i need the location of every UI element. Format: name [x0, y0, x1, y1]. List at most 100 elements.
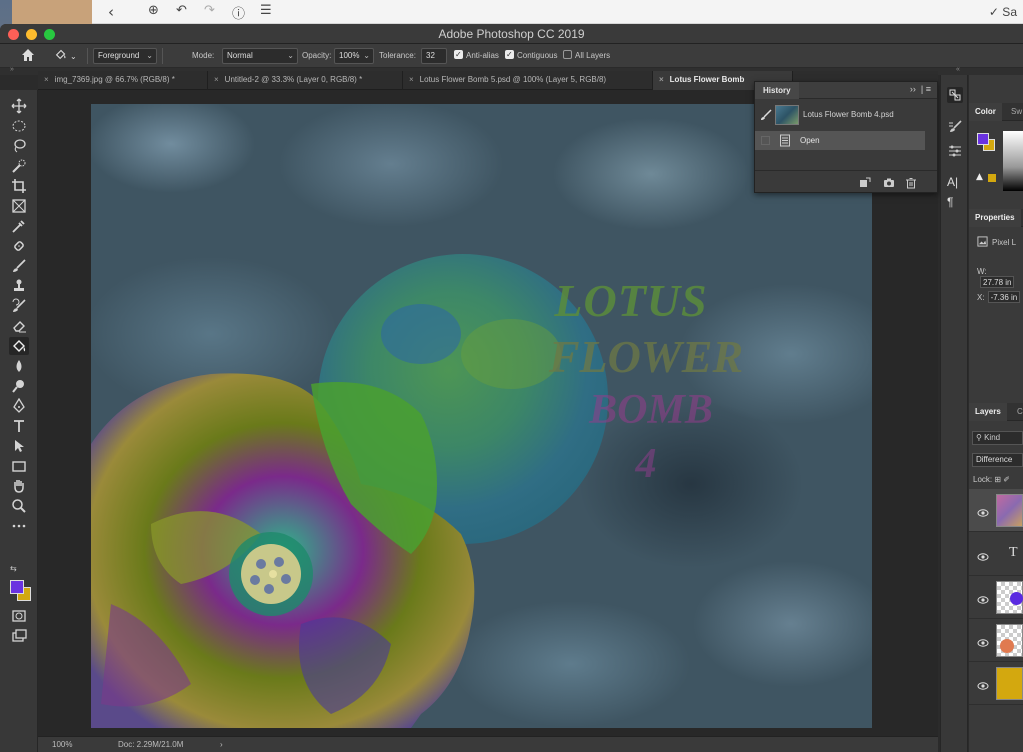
tab-channels[interactable]: C: [1011, 403, 1023, 421]
healing-brush-icon[interactable]: [11, 238, 27, 254]
screen-mode-icon[interactable]: [11, 628, 27, 644]
move-tool-icon[interactable]: [11, 98, 27, 114]
elliptical-marquee-icon[interactable]: [11, 118, 27, 134]
paint-bucket-icon[interactable]: [9, 337, 29, 355]
visibility-eye-icon[interactable]: [977, 505, 989, 517]
dodge-tool-icon[interactable]: [11, 378, 27, 394]
lock-image-pixels-icon[interactable]: ✐: [1003, 475, 1010, 484]
close-tab-icon[interactable]: ×: [44, 75, 49, 84]
history-brush-icon[interactable]: [11, 298, 27, 314]
color-spectrum[interactable]: [1003, 131, 1023, 191]
redo-icon[interactable]: ↷: [204, 3, 215, 18]
visibility-eye-icon[interactable]: [977, 549, 989, 561]
tab-layers[interactable]: Layers: [969, 403, 1007, 421]
lasso-tool-icon[interactable]: [11, 138, 27, 154]
tab-color[interactable]: Color: [969, 103, 1002, 121]
new-document-from-state-icon[interactable]: [859, 176, 871, 188]
tab-properties[interactable]: Properties: [969, 209, 1021, 227]
crop-tool-icon[interactable]: [11, 178, 27, 194]
history-panel-icon[interactable]: [947, 87, 963, 103]
frame-tool-icon[interactable]: [11, 198, 27, 214]
eyedropper-icon[interactable]: [11, 218, 27, 234]
width-field[interactable]: 27.78 in: [980, 276, 1015, 288]
history-step[interactable]: Open: [755, 131, 925, 150]
undo-icon[interactable]: ↶: [176, 3, 187, 18]
history-snapshot[interactable]: Lotus Flower Bomb 4.psd: [755, 100, 937, 130]
history-tab[interactable]: History: [755, 82, 799, 99]
status-menu-chevron-icon[interactable]: ›: [220, 737, 223, 752]
history-source-box[interactable]: [761, 136, 770, 145]
collapse-panels-icon[interactable]: «: [956, 66, 960, 73]
close-window-button[interactable]: [8, 29, 19, 40]
layer-row[interactable]: [969, 619, 1023, 662]
foreground-color-swatch[interactable]: [10, 580, 24, 594]
pen-tool-icon[interactable]: [11, 397, 27, 414]
contiguous-checkbox[interactable]: Contiguous: [505, 47, 557, 64]
eraser-icon[interactable]: [11, 318, 27, 334]
character-panel-icon[interactable]: A|: [947, 175, 963, 191]
color-swatches[interactable]: [10, 580, 36, 606]
tolerance-field[interactable]: 32: [421, 48, 447, 64]
document-tab[interactable]: × Lotus Flower Bomb 5.psd @ 100% (Layer 5…: [403, 71, 653, 90]
close-tab-icon[interactable]: ×: [409, 75, 414, 84]
trash-icon[interactable]: [905, 176, 917, 189]
quick-mask-icon[interactable]: [11, 608, 27, 624]
anti-alias-checkbox[interactable]: Anti-alias: [454, 47, 499, 64]
home-icon[interactable]: [20, 47, 36, 63]
minimize-window-button[interactable]: [26, 29, 37, 40]
quick-selection-icon[interactable]: [11, 158, 27, 174]
brushes-icon[interactable]: [947, 143, 963, 159]
layer-row[interactable]: [969, 576, 1023, 619]
x-field[interactable]: -7.36 in: [987, 291, 1021, 303]
close-tab-icon[interactable]: ×: [659, 75, 664, 84]
blend-mode-dropdown[interactable]: Difference: [972, 453, 1023, 467]
brush-tool-icon[interactable]: [11, 258, 27, 274]
gamut-color-swatch[interactable]: [988, 174, 996, 182]
save-button[interactable]: ✓ Sa: [989, 5, 1017, 19]
zoom-in-icon[interactable]: ⊕: [148, 3, 159, 18]
swap-colors-icon[interactable]: ⇆: [10, 564, 17, 573]
lock-transparent-pixels-icon[interactable]: ⊞: [994, 475, 1001, 484]
document-tab[interactable]: × img_7369.jpg @ 66.7% (RGB/8) *: [38, 71, 208, 90]
camera-icon[interactable]: [883, 176, 895, 188]
layer-row[interactable]: [969, 489, 1023, 532]
tool-preset-picker[interactable]: ⌄: [54, 47, 84, 64]
maximize-window-button[interactable]: [44, 29, 55, 40]
document-tab[interactable]: × Untitled-2 @ 33.3% (Layer 0, RGB/8) *: [208, 71, 403, 90]
rectangle-tool-icon[interactable]: [11, 458, 27, 474]
hibiscus-flower: [91, 373, 475, 728]
document-canvas[interactable]: LOTUS FLOWER BOMB 4: [91, 104, 872, 728]
back-chevron-icon[interactable]: ‹: [108, 3, 114, 21]
zoom-tool-icon[interactable]: [11, 498, 27, 514]
visibility-eye-icon[interactable]: [977, 678, 989, 690]
blur-tool-icon[interactable]: [11, 358, 27, 374]
layer-row[interactable]: [969, 662, 1023, 705]
path-selection-icon[interactable]: [11, 438, 27, 454]
visibility-eye-icon[interactable]: [977, 635, 989, 647]
hand-tool-icon[interactable]: [11, 478, 27, 494]
out-of-gamut-warning-icon[interactable]: ▲: [976, 172, 983, 182]
pixel-layer-label: Pixel L: [992, 238, 1017, 247]
brush-settings-icon[interactable]: [947, 119, 963, 135]
more-tools-icon[interactable]: [11, 518, 27, 534]
paragraph-panel-icon[interactable]: ¶: [947, 195, 963, 211]
list-icon[interactable]: ☰: [260, 3, 272, 18]
type-tool-icon[interactable]: [11, 418, 27, 434]
layer-row[interactable]: T: [969, 533, 1023, 576]
layer-filter-kind[interactable]: ⚲ Kind: [972, 431, 1023, 445]
fill-source-dropdown[interactable]: Foreground ⌄: [93, 48, 157, 64]
clone-stamp-icon[interactable]: [11, 278, 27, 294]
panel-menu-icon[interactable]: ›› | ≡: [910, 84, 931, 94]
all-layers-checkbox[interactable]: All Layers: [563, 48, 610, 64]
tools-panel: ⇆: [0, 90, 38, 752]
mode-dropdown[interactable]: Normal ⌄: [222, 48, 298, 64]
opacity-field[interactable]: 100% ⌄: [334, 48, 374, 64]
close-tab-icon[interactable]: ×: [214, 75, 219, 84]
history-brush-source-icon[interactable]: [760, 108, 772, 120]
tab-swatches[interactable]: Sw: [1005, 103, 1023, 121]
info-icon[interactable]: ⓘ: [232, 3, 245, 22]
visibility-eye-icon[interactable]: [977, 592, 989, 604]
color-panel-foreground-swatch[interactable]: [977, 133, 989, 145]
zoom-level[interactable]: 100%: [52, 737, 72, 752]
expand-panels-icon[interactable]: »: [10, 66, 14, 73]
